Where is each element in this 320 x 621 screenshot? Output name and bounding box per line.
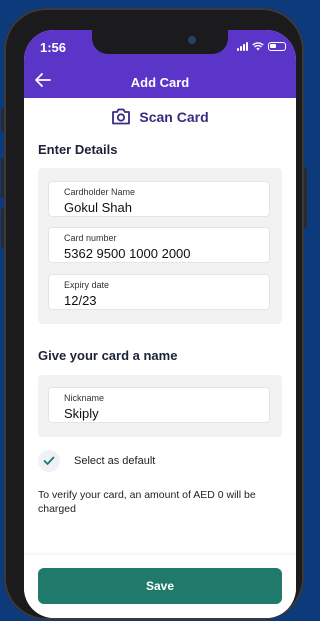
front-camera-icon: [188, 36, 196, 44]
field-value: 12/23: [64, 293, 97, 308]
scan-card-label: Scan Card: [139, 108, 209, 125]
expiry-date-field[interactable]: Expiry date 12/23: [48, 274, 270, 310]
battery-icon: [268, 42, 286, 51]
enter-details-heading: Enter Details: [38, 142, 118, 157]
power-button: [304, 168, 307, 228]
footer-bar: Save: [24, 555, 296, 618]
nickname-panel: Nickname Skiply: [38, 375, 282, 437]
cardholder-name-field[interactable]: Cardholder Name Gokul Shah: [48, 181, 270, 217]
default-option[interactable]: Select as default: [38, 450, 155, 472]
card-name-heading: Give your card a name: [38, 348, 178, 363]
phone-frame: 1:56 Add Card Scan Card Enter Details Ca…: [1, 8, 307, 620]
field-label: Expiry date: [64, 280, 110, 290]
details-panel: Cardholder Name Gokul Shah Card number 5…: [38, 168, 282, 324]
mute-switch: [1, 108, 4, 132]
field-label: Nickname: [64, 393, 105, 403]
verification-note: To verify your card, an amount of AED 0 …: [38, 489, 256, 515]
volume-up-button: [1, 158, 4, 198]
signal-icon: [237, 42, 248, 51]
card-number-field[interactable]: Card number 5362 9500 1000 2000: [48, 227, 270, 263]
status-icons: [237, 42, 286, 51]
field-label: Card number: [64, 233, 117, 243]
nickname-field[interactable]: Nickname Skiply: [48, 387, 270, 423]
field-value: Gokul Shah: [64, 200, 132, 215]
scan-card-button[interactable]: Scan Card: [24, 108, 296, 125]
camera-icon: [112, 108, 131, 125]
notch: [92, 30, 228, 54]
field-value: 5362 9500 1000 2000: [64, 246, 191, 261]
save-button[interactable]: Save: [38, 568, 282, 604]
app-header: Add Card: [24, 68, 296, 98]
volume-down-button: [1, 208, 4, 248]
default-option-label: Select as default: [74, 455, 156, 467]
status-time: 1:56: [40, 40, 67, 55]
field-label: Cardholder Name: [64, 187, 136, 197]
wifi-icon: [252, 42, 264, 51]
app-screen: 1:56 Add Card Scan Card Enter Details Ca…: [24, 30, 296, 618]
checkmark-icon[interactable]: [38, 450, 60, 472]
field-value: Skiply: [64, 406, 99, 421]
status-bar: 1:56: [24, 30, 296, 68]
page-title: Add Card: [130, 75, 190, 90]
